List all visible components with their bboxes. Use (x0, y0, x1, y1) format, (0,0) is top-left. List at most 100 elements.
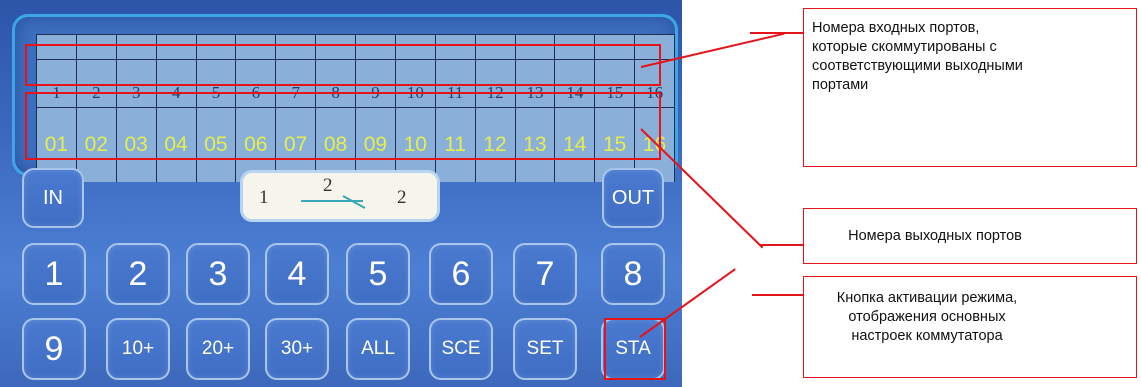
keypad-button-label: STA (615, 338, 651, 359)
status-screen: 1 2 3 4 5 6 7 8 9 10 11 12 13 14 15 16 01 02 03 04 05 06 07 08… (12, 14, 678, 182)
output-port-number: 14 (563, 133, 587, 156)
input-port-number: 12 (486, 83, 504, 102)
input-port-number: 7 (291, 83, 300, 102)
matrix-header-cell (276, 34, 317, 60)
out-button-label: OUT (611, 186, 655, 209)
input-port-number: 1 (52, 83, 61, 102)
matrix-header-cell (435, 34, 476, 60)
input-port-number: 8 (331, 83, 340, 102)
keypad-button-label: 9 (44, 329, 64, 368)
keypad-button-all[interactable]: ALL (346, 318, 410, 380)
keypad-button-4[interactable]: 4 (265, 243, 329, 305)
input-port-cell: 13 (515, 60, 556, 108)
keypad-button-6[interactable]: 6 (429, 243, 493, 305)
output-port-cell: 14 (555, 108, 596, 182)
matrix-header-cell (316, 34, 356, 60)
keypad-button-label: 4 (287, 254, 307, 293)
callout-sta-button-text: Кнопка активации режима, отображения осн… (836, 290, 1018, 344)
matrix-header-cell (116, 34, 157, 60)
keypad-button-label: 20+ (201, 338, 235, 359)
in-button-label: IN (43, 186, 63, 209)
output-port-cell: 02 (77, 108, 117, 182)
keypad-button-9[interactable]: 9 (22, 318, 86, 380)
matrix-header-cell (76, 34, 117, 60)
keypad-button-10-plus[interactable]: 10+ (106, 318, 170, 380)
input-port-cell: 15 (595, 60, 636, 108)
callout-input-ports: Номера входных портов, которые скоммутир… (803, 8, 1137, 167)
connector-line-sta-end (752, 294, 803, 296)
output-port-number: 02 (84, 133, 108, 156)
keypad-button-5[interactable]: 5 (346, 243, 410, 305)
input-ports-row: 1 2 3 4 5 6 7 8 9 10 11 12 13 14 15 16 (36, 60, 675, 108)
output-port-number: 01 (44, 133, 69, 156)
output-port-cell: 12 (476, 108, 516, 182)
input-port-cell: 2 (76, 60, 117, 108)
keypad-button-label: 7 (535, 254, 555, 293)
input-port-number: 6 (251, 83, 261, 102)
input-port-cell: 5 (196, 60, 237, 108)
keypad-button-label: 8 (623, 254, 643, 293)
keypad-button-label: 3 (208, 254, 228, 293)
input-port-cell: 11 (435, 60, 476, 108)
connector-line-input-ports-end (750, 32, 803, 34)
keypad-button-2[interactable]: 2 (106, 243, 170, 305)
display-middle-value: 2 (323, 175, 333, 196)
keypad-button-label: 2 (128, 254, 148, 293)
matrix-header-cell (595, 34, 636, 60)
matrix-header-cell (515, 34, 556, 60)
in-button[interactable]: IN (22, 168, 84, 228)
port-matrix: 1 2 3 4 5 6 7 8 9 10 11 12 13 14 15 16 01 02 03 04 05 06 07 08… (36, 34, 675, 182)
input-port-cell: 4 (156, 60, 197, 108)
output-port-cell: 13 (516, 108, 556, 182)
keypad-button-1[interactable]: 1 (22, 243, 86, 305)
output-port-cell: 03 (117, 108, 157, 182)
keypad-button-7[interactable]: 7 (513, 243, 577, 305)
matrix-header-cell (356, 34, 396, 60)
keypad-button-label: 6 (451, 254, 471, 293)
keypad-button-label: SCE (441, 338, 481, 359)
input-port-number: 16 (646, 83, 664, 102)
output-port-number: 07 (284, 133, 308, 156)
input-port-number: 13 (526, 83, 544, 102)
keypad-button-3[interactable]: 3 (186, 243, 250, 305)
out-button[interactable]: OUT (602, 168, 664, 228)
keypad-button-sta[interactable]: STA (601, 318, 665, 380)
switch-control-panel: 1 2 3 4 5 6 7 8 9 10 11 12 13 14 15 16 01 02 03 04 05 06 07 08… (0, 0, 682, 387)
output-port-cell: 05 (197, 108, 237, 182)
keypad-button-sce[interactable]: SCE (429, 318, 493, 380)
display-input-value: 1 (259, 187, 269, 208)
matrix-header-cell (475, 34, 516, 60)
input-port-cell: 9 (356, 60, 396, 108)
matrix-header-cell (635, 34, 675, 60)
output-port-number: 09 (363, 133, 388, 156)
output-port-number: 13 (523, 133, 547, 156)
output-port-number: 06 (244, 133, 268, 156)
display-output-value: 2 (397, 187, 407, 208)
input-port-cell: 12 (475, 60, 516, 108)
input-port-number: 10 (406, 83, 424, 102)
input-port-cell: 14 (555, 60, 596, 108)
keypad-button-30-plus[interactable]: 30+ (265, 318, 329, 380)
output-port-number: 03 (124, 133, 148, 156)
input-port-cell: 1 (36, 60, 77, 108)
input-port-cell: 3 (116, 60, 157, 108)
keypad-button-label: ALL (361, 338, 395, 359)
callout-output-ports: Номера выходных портов (803, 208, 1137, 264)
matrix-header-row (36, 34, 675, 60)
output-port-number: 11 (444, 133, 467, 156)
keypad-button-set[interactable]: SET (513, 318, 577, 380)
output-port-cell: 04 (157, 108, 197, 182)
matrix-header-cell (395, 34, 436, 60)
keypad-button-label: 1 (44, 254, 64, 293)
keypad-button-label: 10+ (121, 338, 155, 359)
keypad-button-20-plus[interactable]: 20+ (186, 318, 250, 380)
output-port-number: 05 (204, 133, 228, 156)
callout-input-ports-text: Номера входных портов, которые скоммутир… (812, 20, 1023, 93)
arrow-right-icon (301, 195, 366, 209)
matrix-header-cell (236, 34, 277, 60)
callout-sta-button: Кнопка активации режима, отображения осн… (803, 276, 1137, 378)
callout-output-ports-text: Номера выходных портов (848, 227, 1022, 244)
input-port-cell: 10 (395, 60, 436, 108)
input-port-number: 2 (92, 83, 101, 102)
keypad-button-8[interactable]: 8 (601, 243, 665, 305)
